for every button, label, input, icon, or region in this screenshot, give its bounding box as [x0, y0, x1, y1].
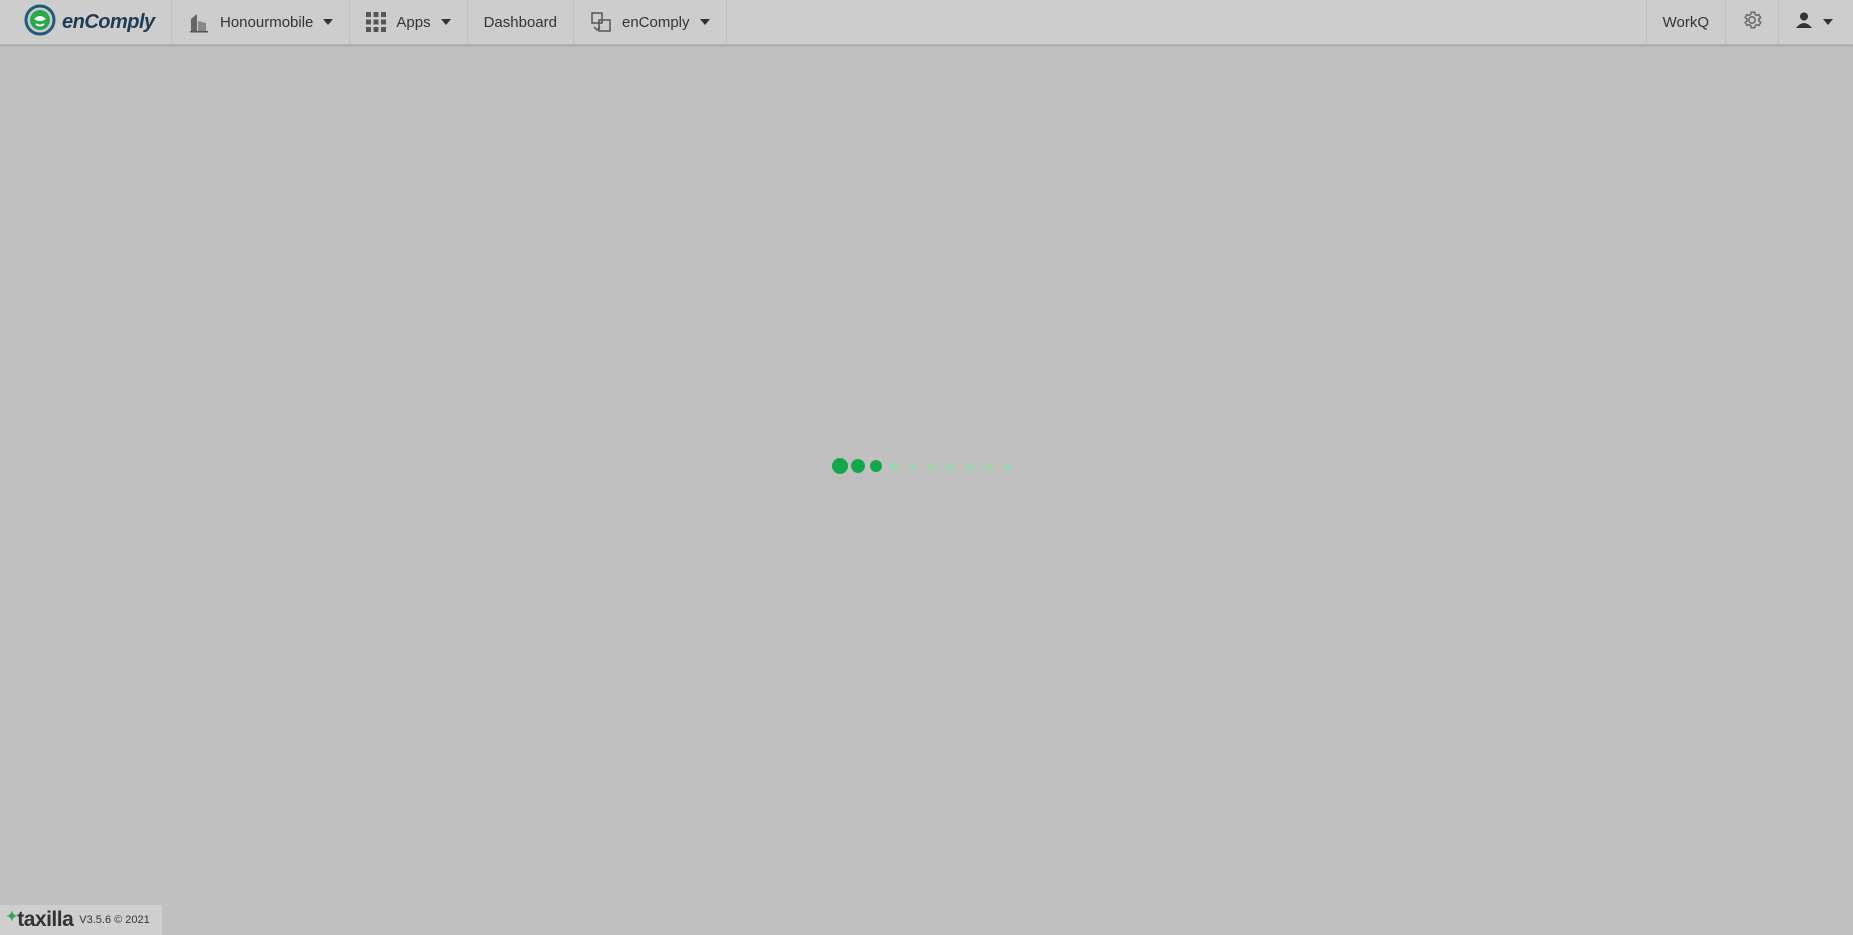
org-selector-label: Honourmobile — [220, 13, 314, 31]
taxilla-wordmark: taxilla — [17, 908, 74, 931]
dashboard-label: Dashboard — [483, 13, 557, 31]
navbar-spacer — [727, 0, 1646, 44]
apps-menu[interactable]: Apps — [350, 0, 468, 44]
loader-dot — [889, 461, 899, 471]
workq-label: WorkQ — [1662, 13, 1709, 31]
building-icon — [188, 11, 210, 33]
loader-dot — [946, 461, 955, 471]
loader-dot — [908, 461, 917, 471]
workq-link[interactable]: WorkQ — [1645, 0, 1725, 44]
gear-icon — [1741, 9, 1763, 35]
app-switcher-label: enComply — [621, 13, 690, 31]
chevron-down-icon — [323, 19, 334, 25]
user-menu[interactable] — [1778, 0, 1853, 44]
loader-dot — [851, 459, 865, 473]
brand-name: enComply — [62, 10, 155, 33]
version-text: V3.5.6 © 2021 — [79, 914, 150, 926]
dashboard-link[interactable]: Dashboard — [468, 0, 574, 44]
app-switcher[interactable]: enComply — [574, 0, 727, 44]
top-navbar: enComply Honourmobile Apps Dashboard enC… — [0, 0, 1853, 45]
grid-icon — [366, 12, 387, 32]
app-switch-icon — [590, 11, 612, 33]
user-icon — [1795, 11, 1813, 33]
loader-dot — [832, 458, 848, 474]
loading-indicator — [832, 458, 1022, 474]
chevron-down-icon — [699, 19, 710, 25]
loader-dot — [984, 461, 993, 471]
leaf-icon: ✦ — [6, 908, 18, 924]
loader-dot — [1003, 461, 1012, 471]
encomply-logo-icon — [24, 4, 56, 41]
apps-label: Apps — [396, 13, 431, 31]
brand-logo[interactable]: enComply — [0, 0, 172, 44]
loader-dot — [870, 460, 882, 472]
settings-button[interactable] — [1725, 0, 1778, 44]
chevron-down-icon — [440, 19, 451, 25]
loader-dot — [927, 461, 936, 471]
chevron-down-icon — [1823, 19, 1833, 25]
vendor-footer: ✦taxilla V3.5.6 © 2021 — [0, 905, 162, 935]
loader-dot — [965, 461, 974, 471]
org-selector[interactable]: Honourmobile — [172, 0, 351, 44]
taxilla-logo: ✦taxilla — [6, 908, 74, 932]
